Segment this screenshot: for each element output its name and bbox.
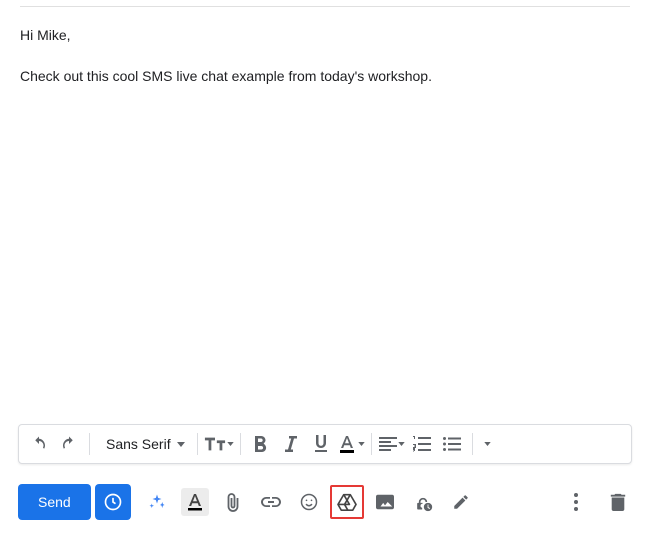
send-button-label: Send — [38, 494, 71, 510]
compose-window: Hi Mike, Check out this cool SMS live ch… — [0, 6, 650, 542]
insert-signature-button[interactable] — [447, 488, 475, 516]
numbered-list-button[interactable] — [408, 427, 436, 461]
send-options-button[interactable] — [95, 484, 131, 520]
bold-button[interactable] — [247, 427, 275, 461]
more-options-button[interactable] — [562, 488, 590, 516]
confidential-mode-button[interactable] — [409, 488, 437, 516]
undo-button[interactable] — [25, 427, 53, 461]
toolbar-separator — [371, 433, 372, 455]
italic-button[interactable] — [277, 427, 305, 461]
font-size-button[interactable] — [204, 427, 234, 461]
toolbar-separator — [472, 433, 473, 455]
insert-photo-button[interactable] — [371, 488, 399, 516]
more-formatting-button[interactable] — [479, 427, 497, 461]
formatting-options-button[interactable] — [181, 488, 209, 516]
underline-button[interactable] — [307, 427, 335, 461]
toolbar-separator — [89, 433, 90, 455]
bulleted-list-button[interactable] — [438, 427, 466, 461]
body-greeting: Hi Mike, — [20, 25, 630, 46]
email-body[interactable]: Hi Mike, Check out this cool SMS live ch… — [0, 7, 650, 87]
chevron-down-icon — [398, 442, 405, 446]
right-action-group — [562, 488, 632, 516]
formatting-toolbar: Sans Serif — [18, 424, 632, 464]
align-button[interactable] — [378, 427, 406, 461]
insert-drive-file-button[interactable] — [333, 488, 361, 516]
insert-link-button[interactable] — [257, 488, 285, 516]
text-color-button[interactable] — [337, 427, 365, 461]
bottom-action-bar: Send — [18, 480, 632, 524]
sparkle-icon[interactable] — [143, 488, 171, 516]
font-family-label: Sans Serif — [106, 436, 171, 452]
insert-emoji-button[interactable] — [295, 488, 323, 516]
insert-icon-row — [143, 488, 475, 516]
toolbar-separator — [240, 433, 241, 455]
chevron-down-icon — [177, 442, 185, 447]
attach-file-button[interactable] — [219, 488, 247, 516]
chevron-down-icon — [227, 442, 234, 446]
toolbar-separator — [197, 433, 198, 455]
redo-button[interactable] — [55, 427, 83, 461]
chevron-down-icon — [358, 442, 365, 446]
discard-draft-button[interactable] — [604, 488, 632, 516]
body-line-1: Check out this cool SMS live chat exampl… — [20, 66, 630, 87]
send-button[interactable]: Send — [18, 484, 91, 520]
font-family-select[interactable]: Sans Serif — [96, 427, 191, 461]
